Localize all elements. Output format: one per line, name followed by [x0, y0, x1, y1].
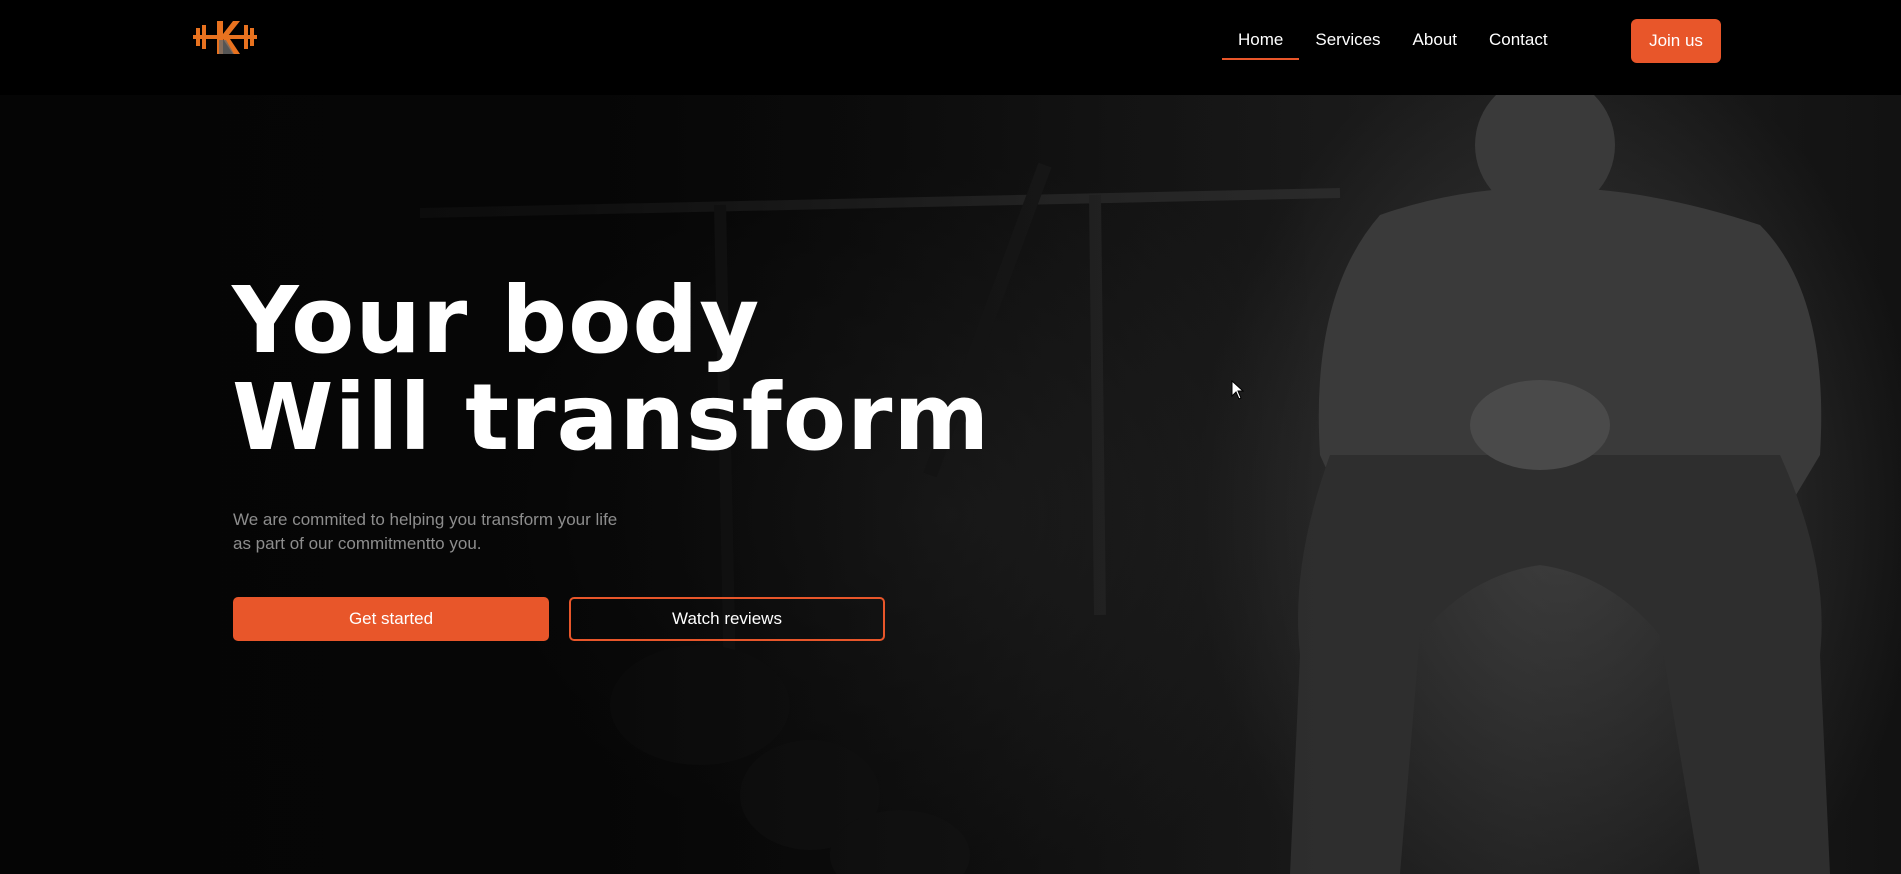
watch-reviews-button[interactable]: Watch reviews	[569, 597, 885, 641]
get-started-button[interactable]: Get started	[233, 597, 549, 641]
hero-subtext-line1: We are commited to helping you transform…	[233, 510, 618, 529]
nav-about[interactable]: About	[1397, 20, 1473, 60]
dumbbell-k-logo-icon[interactable]	[190, 18, 260, 58]
hero-headline-line1: Your body	[232, 267, 761, 374]
join-us-button[interactable]: Join us	[1631, 19, 1721, 63]
hero-subtext-line2: as part of our commitmentto you.	[233, 534, 482, 553]
hero-subtext: We are commited to helping you transform…	[233, 508, 653, 556]
hero-headline: Your body Will transform	[232, 272, 990, 466]
site-header: Home Services About Contact Join us	[0, 0, 1901, 95]
main-nav: Home Services About Contact	[1222, 20, 1564, 60]
nav-home[interactable]: Home	[1222, 20, 1300, 60]
nav-services[interactable]: Services	[1299, 20, 1396, 60]
mouse-cursor-icon	[1231, 379, 1245, 405]
hero-overlay	[0, 95, 1901, 874]
nav-contact[interactable]: Contact	[1473, 20, 1564, 60]
hero-headline-line2: Will transform	[232, 364, 991, 471]
